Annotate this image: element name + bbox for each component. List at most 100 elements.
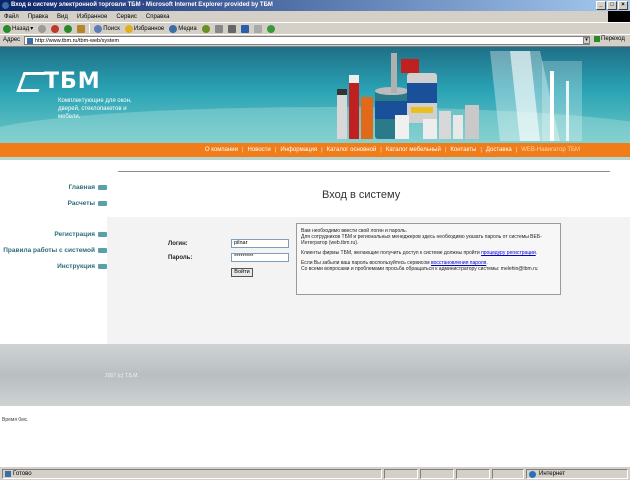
search-button[interactable]: Поиск	[93, 24, 121, 33]
refresh-button[interactable]	[63, 24, 73, 33]
sidebar-item-registration[interactable]: Регистрация	[54, 231, 107, 238]
login-input[interactable]: pilnar	[231, 239, 289, 248]
star-icon	[124, 24, 133, 33]
site-banner: ТБМ Комплектующие для окон, дверей, стек…	[0, 47, 630, 143]
window-profile-image	[490, 51, 582, 141]
edit-button[interactable]	[240, 24, 250, 33]
menu-help[interactable]: Справка	[146, 14, 170, 20]
search-icon	[94, 24, 103, 33]
page-done-icon	[5, 471, 11, 477]
forward-button[interactable]	[37, 24, 47, 33]
chevron-down-icon: ▾	[30, 26, 34, 32]
home-icon	[77, 24, 86, 33]
stop-button[interactable]	[50, 24, 60, 33]
go-button[interactable]: Переход	[594, 36, 625, 42]
address-dropdown[interactable]: ▾	[583, 37, 590, 44]
logo-text: ТБМ	[44, 69, 101, 94]
page-icon	[27, 38, 33, 44]
nav-delivery[interactable]: Доставка	[486, 147, 512, 153]
bullet-icon	[98, 201, 107, 206]
windows-logo	[608, 11, 630, 22]
sidebar-item-rules[interactable]: Правила работы с системой	[3, 247, 107, 254]
bullet-icon	[98, 264, 107, 269]
toolbar: Назад ▾ Поиск Избранное Медиа	[0, 22, 630, 34]
nav-contacts[interactable]: Контакты	[450, 147, 476, 153]
address-label: Адрес	[3, 37, 21, 43]
print-icon	[227, 24, 236, 33]
minimize-button[interactable]: _	[596, 1, 606, 10]
nav-web-navigator[interactable]: WEB-Навигатор ТБМ	[521, 147, 580, 153]
favorites-label: Избранное	[133, 25, 165, 32]
footer-band	[0, 344, 630, 406]
password-input[interactable]: *********	[231, 253, 289, 262]
bullet-icon	[98, 185, 107, 190]
mail-icon	[214, 24, 223, 33]
messenger-icon	[266, 24, 275, 33]
close-button[interactable]: ×	[618, 1, 628, 10]
go-label: Переход	[601, 36, 625, 42]
sidebar-item-calculations[interactable]: Расчеты	[68, 200, 107, 207]
site-logo[interactable]: ТБМ	[16, 69, 101, 94]
internet-globe-icon	[529, 471, 536, 478]
password-label: Пароль:	[168, 255, 193, 261]
address-input[interactable]: http://www.tbm.ru/tbm-web/system	[24, 36, 590, 45]
word-icon	[240, 24, 249, 33]
sidebar-item-label: Регистрация	[54, 231, 95, 238]
history-icon	[201, 24, 210, 33]
stop-icon	[51, 24, 60, 33]
back-button[interactable]: Назад ▾	[2, 24, 34, 33]
forward-arrow-icon	[38, 24, 47, 33]
menu-favorites[interactable]: Избранное	[77, 14, 107, 20]
menu-file[interactable]: Файл	[4, 14, 19, 20]
status-text: Готово	[13, 471, 32, 477]
back-label: Назад	[12, 25, 30, 32]
back-arrow-icon	[3, 24, 11, 33]
discuss-icon	[253, 24, 262, 33]
nav-news[interactable]: Новости	[248, 147, 271, 153]
main-nav: О компании | Новости | Информация | Каталог…	[0, 143, 630, 157]
sidebar-item-instructions[interactable]: Инструкция	[57, 263, 107, 270]
window-title: Вход в систему электронной торговли ТБМ …	[11, 2, 273, 8]
maximize-button[interactable]: □	[607, 1, 617, 10]
window-titlebar: Вход в систему электронной торговли ТБМ …	[0, 0, 630, 11]
home-button[interactable]	[76, 24, 86, 33]
info-text: Клиенты фирмы ТБМ, желающие получить дос…	[301, 250, 482, 256]
refresh-icon	[64, 24, 73, 33]
discuss-button[interactable]	[253, 24, 263, 33]
address-url: http://www.tbm.ru/tbm-web/system	[35, 38, 120, 44]
security-zone: Интернет	[526, 469, 628, 479]
bullet-icon	[98, 248, 107, 253]
print-button[interactable]	[227, 24, 237, 33]
menu-tools[interactable]: Сервис	[116, 14, 137, 20]
sidebar-item-label: Расчеты	[67, 200, 95, 207]
menu-edit[interactable]: Правка	[28, 14, 48, 20]
favorites-button[interactable]: Избранное	[124, 24, 165, 33]
content-divider	[118, 171, 610, 172]
page-title: Вход в систему	[322, 189, 401, 201]
logo-mark-icon	[16, 72, 46, 92]
login-button[interactable]: Войти	[231, 268, 253, 277]
nav-catalog-furniture[interactable]: Каталог мебельный	[386, 147, 441, 153]
nav-about[interactable]: О компании	[205, 147, 238, 153]
history-button[interactable]	[201, 24, 211, 33]
info-paragraph: Вам необходимо ввести свой логин и парол…	[301, 228, 556, 246]
footer-blank	[0, 406, 630, 466]
ie-icon	[2, 2, 9, 9]
nav-info[interactable]: Информация	[280, 147, 317, 153]
info-text: Со всеми вопросами и проблемами просьба …	[301, 266, 538, 272]
media-button[interactable]: Медиа	[168, 24, 197, 33]
page-viewport: ТБМ Комплектующие для окон, дверей, стек…	[0, 46, 630, 466]
menu-view[interactable]: Вид	[57, 14, 68, 20]
status-text-cell: Готово	[2, 469, 382, 479]
bullet-icon	[98, 232, 107, 237]
messenger-button[interactable]	[266, 24, 276, 33]
toolbar-separator	[89, 24, 91, 33]
info-box: Вам необходимо ввести свой логин и парол…	[296, 223, 561, 295]
media-icon	[169, 24, 178, 33]
nav-catalog-main[interactable]: Каталог основной	[327, 147, 377, 153]
render-time: Время 0мс.	[2, 417, 29, 423]
sidebar-item-home[interactable]: Главная	[69, 184, 107, 191]
address-bar: Адрес http://www.tbm.ru/tbm-web/system ▾…	[0, 34, 630, 45]
mail-button[interactable]	[214, 24, 224, 33]
registration-link[interactable]: процедуру регистрации	[481, 250, 536, 256]
